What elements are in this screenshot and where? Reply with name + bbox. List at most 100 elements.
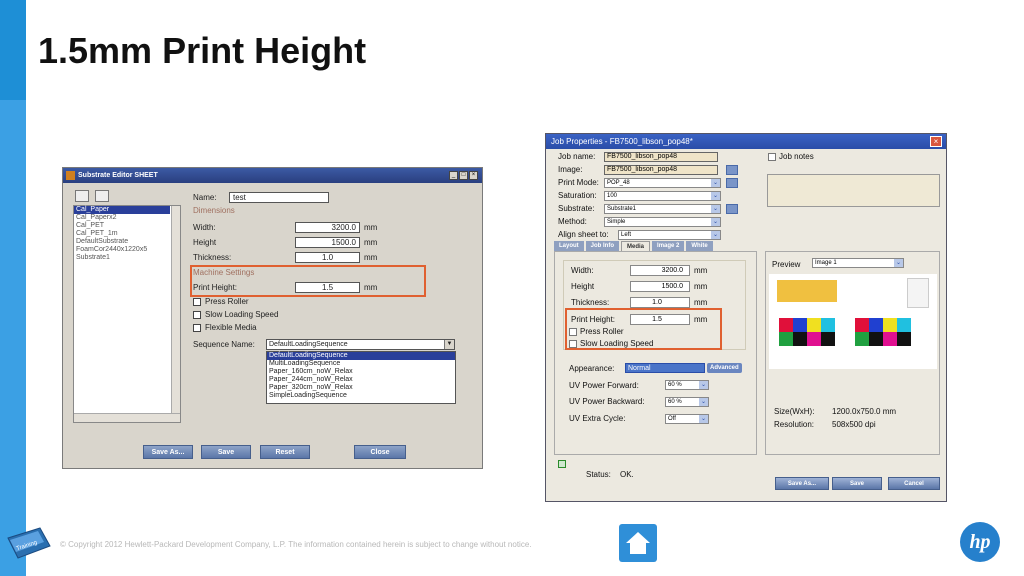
close-dialog-button[interactable]: Close: [354, 445, 406, 459]
chevron-down-icon[interactable]: ⌄: [711, 231, 720, 239]
uv-forward-select[interactable]: 60 % ⌄: [665, 380, 709, 390]
flexible-media-checkbox[interactable]: Flexible Media: [193, 323, 257, 332]
print-mode-settings-button[interactable]: [726, 178, 738, 188]
checkbox[interactable]: [768, 152, 776, 161]
color-swatch: [883, 318, 897, 332]
uv-extra-select[interactable]: Off ⌄: [665, 414, 709, 424]
close-icon[interactable]: ×: [930, 136, 942, 147]
slow-loading-label: Slow Loading Speed: [205, 310, 279, 319]
chevron-down-icon[interactable]: ⌄: [699, 415, 708, 423]
sequence-option[interactable]: DefaultLoadingSequence: [267, 352, 455, 360]
chevron-down-icon[interactable]: ⌄: [711, 218, 720, 226]
sequence-option[interactable]: MultiLoadingSequence: [267, 360, 455, 368]
sequence-option[interactable]: SimpleLoadingSequence: [267, 392, 455, 400]
cancel-button[interactable]: Cancel: [888, 477, 940, 490]
horizontal-scrollbar[interactable]: [74, 413, 180, 422]
substrate-list[interactable]: Cal_Paper Cal_Paperx2 Cal_PET Cal_PET_1m…: [73, 205, 181, 423]
thickness-field[interactable]: 1.0: [630, 297, 690, 308]
align-select[interactable]: Left ⌄: [618, 230, 721, 240]
substrate-properties-panel: Name: test Dimensions Width: 3200.0 mm H…: [188, 188, 476, 418]
substrate-editor-titlebar: Substrate Editor SHEET: [63, 168, 482, 183]
tab-job-info[interactable]: Job Info: [585, 241, 620, 251]
sequence-option[interactable]: Paper_244cm_noW_Relax: [267, 376, 455, 384]
job-name-field[interactable]: FB7500_libson_pop48: [604, 152, 718, 162]
method-select[interactable]: Simple ⌄: [604, 217, 721, 227]
height-field[interactable]: 1500.0: [630, 281, 690, 292]
maximize-button[interactable]: □: [459, 171, 468, 180]
height-label: Height: [193, 238, 217, 247]
substrate-select[interactable]: Substrate1 ⌄: [604, 204, 721, 214]
thickness-field[interactable]: 1.0: [295, 252, 360, 263]
list-item[interactable]: Cal_Paperx2: [74, 214, 180, 222]
sequence-options-list[interactable]: DefaultLoadingSequence MultiLoadingSeque…: [266, 351, 456, 404]
vertical-scrollbar[interactable]: [171, 206, 180, 422]
align-label: Align sheet to:: [558, 230, 609, 239]
save-as-button[interactable]: Save As...: [775, 477, 829, 490]
image-field[interactable]: FB7500_libson_pop48: [604, 165, 718, 175]
uv-backward-select[interactable]: 60 % ⌄: [665, 397, 709, 407]
job-notes-field[interactable]: [767, 174, 940, 207]
minimize-button[interactable]: _: [449, 171, 458, 180]
width-field[interactable]: 3200.0: [295, 222, 360, 233]
advanced-button[interactable]: Advanced: [707, 363, 742, 373]
appearance-select[interactable]: Normal: [625, 363, 705, 373]
tab-layout[interactable]: Layout: [554, 241, 584, 251]
list-item[interactable]: Substrate1: [74, 254, 180, 262]
color-swatch: [821, 332, 835, 346]
home-icon[interactable]: [619, 524, 657, 562]
status-label: Status:: [586, 470, 611, 479]
copyright-footer: © Copyright 2012 Hewlett-Packard Develop…: [60, 540, 532, 549]
list-item[interactable]: Cal_Paper: [74, 206, 170, 214]
reset-button[interactable]: Reset: [260, 445, 310, 459]
image-label: Image:: [558, 165, 583, 174]
job-properties-titlebar: Job Properties - FB7500_libson_pop48*: [546, 134, 946, 149]
list-item[interactable]: Cal_PET_1m: [74, 230, 180, 238]
tab-image-2[interactable]: Image 2: [652, 241, 685, 251]
sequence-option[interactable]: Paper_160cm_noW_Relax: [267, 368, 455, 376]
width-field[interactable]: 3200.0: [630, 265, 690, 276]
thickness-label: Thickness:: [571, 298, 610, 307]
saturation-label: Saturation:: [558, 191, 597, 200]
list-item[interactable]: DefaultSubstrate: [74, 238, 180, 246]
saturation-select[interactable]: 100 ⌄: [604, 191, 721, 201]
close-button[interactable]: ×: [469, 171, 478, 180]
save-button[interactable]: Save: [832, 477, 882, 490]
list-item[interactable]: Cal_PET: [74, 222, 180, 230]
checkbox[interactable]: [193, 297, 201, 306]
sequence-option[interactable]: Paper_320cm_noW_Relax: [267, 384, 455, 392]
window-title: Substrate Editor SHEET: [78, 172, 158, 179]
color-swatch: [779, 332, 793, 346]
substrate-settings-button[interactable]: [726, 204, 738, 214]
width-label: Width:: [193, 223, 216, 232]
height-field[interactable]: 1500.0: [295, 237, 360, 248]
tab-media[interactable]: Media: [621, 241, 651, 251]
chevron-down-icon[interactable]: ⌄: [711, 205, 720, 213]
unit-label: mm: [364, 238, 378, 247]
name-field[interactable]: test: [229, 192, 329, 203]
list-item[interactable]: FoamCor2440x1220x5: [74, 246, 180, 254]
chevron-down-icon[interactable]: ▼: [444, 340, 454, 349]
preview-select[interactable]: Image 1 ⌄: [812, 258, 904, 268]
checkbox[interactable]: [193, 310, 201, 319]
chevron-down-icon[interactable]: ⌄: [894, 259, 903, 267]
browse-image-button[interactable]: [726, 165, 738, 175]
chevron-down-icon[interactable]: ⌄: [711, 192, 720, 200]
slow-loading-checkbox[interactable]: Slow Loading Speed: [193, 310, 278, 319]
save-button[interactable]: Save: [201, 445, 251, 459]
chevron-down-icon[interactable]: ⌄: [711, 179, 720, 187]
chevron-down-icon[interactable]: ⌄: [699, 381, 708, 389]
sequence-select[interactable]: DefaultLoadingSequence ▼: [266, 339, 455, 350]
checkbox[interactable]: [193, 323, 201, 332]
delete-icon[interactable]: [95, 190, 109, 202]
uv-forward-value: 60 %: [668, 382, 682, 388]
unit-label: mm: [364, 223, 378, 232]
job-name-label: Job name:: [558, 152, 596, 161]
tab-white[interactable]: White: [686, 241, 713, 251]
press-roller-checkbox[interactable]: Press Roller: [193, 297, 249, 306]
hp-logo: hp: [960, 522, 1000, 562]
print-mode-select[interactable]: POP_48 ⌄: [604, 178, 721, 188]
new-substrate-icon[interactable]: [75, 190, 89, 202]
job-notes-checkbox[interactable]: Job notes: [768, 152, 814, 161]
chevron-down-icon[interactable]: ⌄: [699, 398, 708, 406]
save-as-button[interactable]: Save As...: [143, 445, 193, 459]
